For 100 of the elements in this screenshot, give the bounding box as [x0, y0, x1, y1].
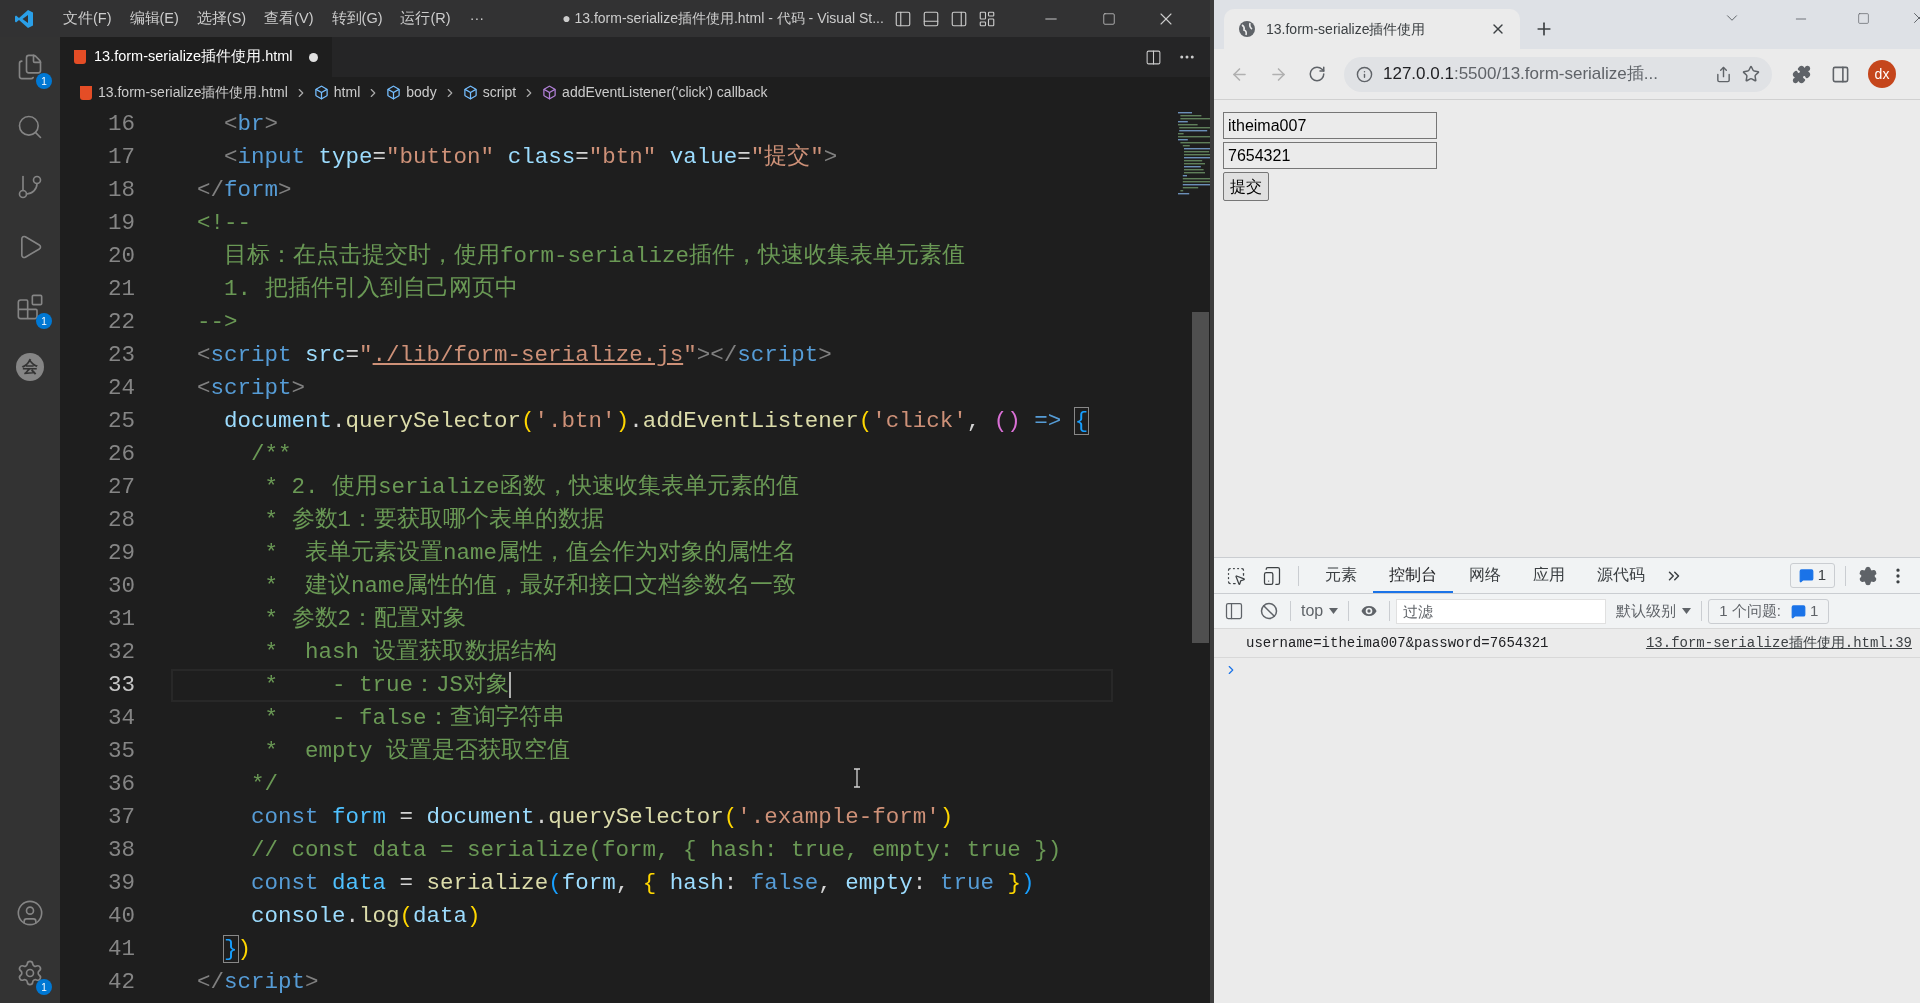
line-number: 38	[107, 836, 135, 865]
account-icon[interactable]	[16, 899, 44, 927]
app-logo-icon	[14, 8, 34, 29]
line-number: 28	[107, 506, 135, 535]
share-icon[interactable]	[1715, 65, 1732, 83]
maximize-icon[interactable]	[1101, 11, 1116, 26]
devtools-tab[interactable]: 元素	[1309, 558, 1373, 593]
console-message: username=itheima007&password=7654321	[1246, 633, 1549, 653]
bookmark-star-icon[interactable]	[1742, 65, 1760, 83]
code-line: * hash 设置获取数据结构	[263, 638, 558, 667]
line-number: 35	[107, 737, 135, 766]
caret-icon	[1329, 608, 1339, 614]
code-line: * 2. 使用serialize函数，快速收集表单元素的值	[263, 473, 800, 502]
settings-icon[interactable]	[1858, 565, 1878, 586]
devtools-tab[interactable]: 源代码	[1581, 558, 1661, 593]
line-number: 37	[107, 803, 135, 832]
editor-tab[interactable]: 13.form-serialize插件使用.html	[60, 37, 332, 77]
menu-more[interactable]: ···	[459, 7, 495, 30]
line-number: 26	[107, 440, 135, 469]
menu-item[interactable]: 查看(V)	[255, 7, 323, 30]
log-level-selector[interactable]: 默认级别	[1616, 599, 1692, 623]
filter-field[interactable]: 过滤	[1396, 598, 1607, 624]
line-number: 19	[107, 209, 135, 238]
line-number: 41	[107, 935, 135, 964]
breadcrumb-item[interactable]: addEventListener('click') callback	[562, 82, 768, 103]
code-line: * 建议name属性的值，最好和接口文档参数名一致	[263, 571, 798, 601]
clear-console-icon[interactable]	[1260, 602, 1278, 620]
profile-avatar[interactable]: dx	[1868, 60, 1896, 88]
notification-badge: 1	[36, 313, 52, 329]
line-number: 24	[107, 374, 135, 403]
source-link[interactable]: 13.form-serialize插件使用.html:39	[1645, 632, 1912, 654]
code-line: const data = serialize(form, { hash: false, empty: true })	[250, 869, 1036, 898]
line-number: 40	[107, 902, 135, 931]
toggle-sidebar-icon[interactable]	[893, 9, 912, 28]
breadcrumb-item[interactable]: body	[406, 82, 437, 103]
line-number: 20	[107, 242, 135, 271]
line-number: 25	[107, 407, 135, 436]
code-line: const form = document.querySelector('.example-form')	[250, 803, 955, 832]
code-line: <input type="button" class="btn" value="提交">	[223, 142, 839, 172]
window-title: ● 13.form-serialize插件使用.html - 代码 - Visual St...	[562, 9, 884, 28]
devtools-tab[interactable]: 应用	[1517, 558, 1581, 593]
breadcrumb-item[interactable]: script	[482, 82, 517, 103]
extensions-icon[interactable]	[1792, 64, 1811, 84]
text-input[interactable]: 7654321	[1223, 142, 1437, 169]
issues-button[interactable]: 1 个问题: 1	[1708, 598, 1830, 624]
menu-item[interactable]: 转到(G)	[322, 7, 392, 30]
line-number: 33	[107, 671, 135, 700]
line-number: 27	[107, 473, 135, 502]
breadcrumb-item[interactable]: 13.form-serialize插件使用.html	[98, 82, 288, 103]
context-selector[interactable]: top	[1301, 599, 1339, 623]
scrollbar[interactable]	[1192, 312, 1209, 643]
layout-icon[interactable]	[977, 9, 996, 28]
breadcrumb-item[interactable]: html	[333, 82, 361, 103]
side-panel-icon[interactable]	[1831, 64, 1850, 84]
extensions-icon[interactable]	[16, 293, 44, 321]
site-info-icon[interactable]	[1356, 65, 1373, 83]
line-number: 32	[107, 638, 135, 667]
issues-count: 1	[1817, 565, 1826, 586]
tab-label: 13.form-serialize插件使用.html	[94, 47, 293, 67]
line-number: 16	[107, 110, 135, 139]
message-icon	[1790, 603, 1806, 619]
line-number: 39	[107, 869, 135, 898]
issues-badge[interactable]: 1	[1789, 563, 1835, 588]
menu-item[interactable]: 编辑(E)	[120, 7, 188, 30]
explorer-icon[interactable]	[16, 53, 44, 81]
text-input[interactable]: itheima007	[1223, 112, 1437, 139]
reload-icon[interactable]	[1308, 65, 1326, 83]
line-number: 22	[107, 308, 135, 337]
device-toolbar-icon[interactable]	[1262, 565, 1282, 586]
menu-item[interactable]: 运行(R)	[391, 7, 460, 30]
html-file-icon	[80, 85, 92, 100]
line-number: 36	[107, 770, 135, 799]
source-control-icon[interactable]	[16, 173, 44, 201]
code-line: /**	[250, 440, 293, 469]
url-text: 127.0.0.1:5500/13.form-serialize插...	[1383, 63, 1659, 86]
submit-button[interactable]: 提交	[1223, 172, 1269, 201]
cube-icon	[542, 85, 558, 100]
address-bar[interactable]: 127.0.0.1:5500/13.form-serialize插...	[1344, 56, 1772, 92]
line-number: 21	[107, 275, 135, 304]
browser-tab[interactable]: 13.form-serialize插件使用	[1224, 9, 1520, 49]
code-line: document.querySelector('.btn').addEventListener('click', () => {	[223, 407, 1090, 436]
issues-count: 1	[1809, 600, 1819, 621]
code-line: <script>	[196, 374, 307, 403]
toggle-secondary-sidebar-icon[interactable]	[949, 9, 968, 28]
sidebar-toggle-icon[interactable]	[1224, 601, 1244, 621]
inspect-icon[interactable]	[1226, 565, 1246, 586]
menu-item[interactable]: 选择(S)	[187, 7, 256, 30]
code-line: * - false：查询字符串	[263, 703, 566, 733]
line-number: 18	[107, 176, 135, 205]
toggle-panel-icon[interactable]	[921, 9, 940, 28]
split-editor-icon[interactable]	[1145, 48, 1162, 66]
settings-icon[interactable]	[16, 959, 44, 987]
menu-item[interactable]: 文件(F)	[54, 7, 121, 30]
code-line: console.log(data)	[250, 902, 482, 931]
code-line: })	[223, 935, 253, 964]
code-line: </form>	[196, 176, 293, 205]
code-line: <script src="./lib/form-serialize.js"></script>	[196, 341, 833, 370]
devtools-tab[interactable]: 网络	[1453, 558, 1517, 593]
code-line: * 参数2：配置对象	[263, 605, 468, 634]
search-icon[interactable]	[16, 113, 44, 141]
